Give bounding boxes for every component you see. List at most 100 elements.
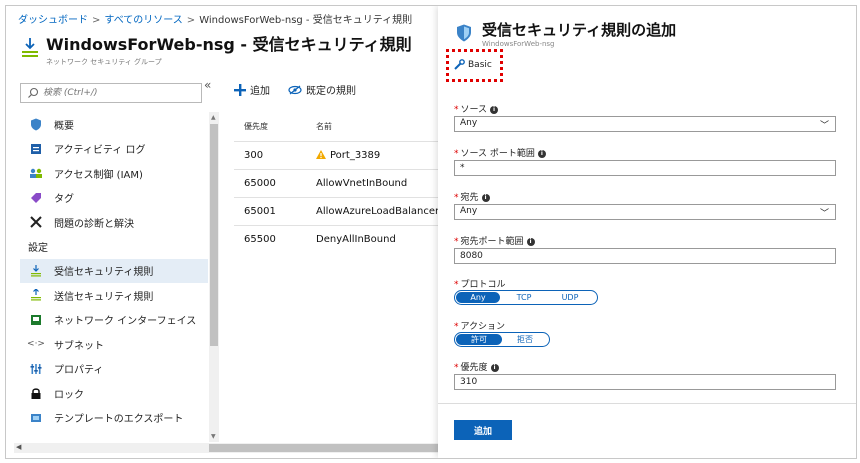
- default-rules-label: 既定の規則: [306, 86, 356, 97]
- scroll-up-arrow[interactable]: ▲: [211, 114, 216, 121]
- inbound-icon: [28, 264, 44, 278]
- sidebar-item-label: アクセス制御 (IAM): [54, 169, 143, 181]
- search-box[interactable]: [20, 83, 202, 103]
- collapse-menu-button[interactable]: «: [204, 78, 211, 92]
- source-port-input[interactable]: [454, 160, 836, 176]
- default-rules-button[interactable]: 既定の規則: [288, 82, 356, 97]
- action-label: * アクション: [454, 319, 505, 332]
- add-rule-button[interactable]: 追加: [234, 82, 270, 97]
- table-row[interactable]: 65500 DenyAllInBound: [234, 225, 456, 253]
- search-icon: [28, 87, 39, 98]
- info-icon[interactable]: i: [490, 105, 499, 114]
- wrench-icon: [454, 59, 465, 70]
- table-row[interactable]: 300 Port_3389: [234, 141, 456, 170]
- scroll-left-arrow[interactable]: ◀: [16, 443, 21, 451]
- sidebar-item-export-template[interactable]: テンプレートのエクスポート: [20, 406, 208, 431]
- sidebar-item-label: タグ: [54, 194, 74, 206]
- rule-name-cell: Port_3389: [306, 141, 456, 170]
- basic-mode-button[interactable]: Basic: [454, 59, 492, 70]
- search-input[interactable]: [43, 86, 193, 100]
- sidebar-item-label: ネットワーク インターフェイス: [54, 316, 197, 328]
- breadcrumb-separator: >: [92, 15, 101, 26]
- rule-name: DenyAllInBound: [306, 225, 456, 253]
- table-header-row: 優先度 名前: [234, 111, 455, 142]
- table-row[interactable]: 65000 AllowVnetInBound: [234, 169, 456, 198]
- column-header-name[interactable]: 名前: [306, 111, 455, 142]
- sidebar-item-properties[interactable]: プロパティ: [20, 357, 208, 382]
- sidebar-item-network-interfaces[interactable]: ネットワーク インターフェイス: [20, 308, 208, 333]
- action-option-deny[interactable]: 拒否: [503, 333, 547, 346]
- lock-icon: [28, 386, 44, 400]
- sidebar-scrollbar[interactable]: ▲ ▼: [209, 112, 219, 442]
- info-icon[interactable]: i: [490, 363, 499, 372]
- nic-icon: [28, 313, 44, 327]
- protocol-label: * プロトコル: [454, 277, 506, 290]
- properties-icon: [28, 362, 44, 376]
- sidebar-item-overview[interactable]: 概要: [20, 112, 208, 137]
- eye-slash-icon: [288, 85, 302, 94]
- source-port-label-text: ソース ポート範囲: [460, 149, 535, 159]
- sidebar-item-inbound-rules[interactable]: 受信セキュリティ規則: [20, 258, 208, 283]
- required-marker: *: [454, 105, 459, 115]
- destination-select[interactable]: Any ﹀: [454, 204, 836, 220]
- action-label-text: アクション: [460, 322, 506, 332]
- sidebar-item-outbound-rules[interactable]: 送信セキュリティ規則: [20, 283, 208, 308]
- table-row[interactable]: 65001 AllowAzureLoadBalancerInB: [234, 197, 456, 226]
- destination-label-text: 宛先: [460, 193, 479, 203]
- scrollbar-thumb[interactable]: [209, 444, 439, 452]
- protocol-option-tcp[interactable]: TCP: [501, 291, 547, 304]
- sidebar-item-activity-log[interactable]: アクティビティ ログ: [20, 137, 208, 162]
- breadcrumb-dashboard[interactable]: ダッシュボード: [18, 15, 88, 26]
- add-rule-label: 追加: [250, 86, 270, 97]
- scrollbar-thumb[interactable]: [210, 124, 218, 346]
- warning-icon: [316, 150, 326, 159]
- protocol-option-any[interactable]: Any: [456, 292, 500, 303]
- page-subtitle: ネットワーク セキュリティ グループ: [46, 58, 162, 66]
- blade-subtitle: WindowsForWeb-nsg: [482, 40, 555, 48]
- sidebar-item-label: アクティビティ ログ: [54, 145, 146, 157]
- people-icon: [28, 166, 44, 180]
- sidebar-item-iam[interactable]: アクセス制御 (IAM): [20, 161, 208, 186]
- breadcrumb-all-resources[interactable]: すべてのリソース: [104, 15, 182, 26]
- required-marker: *: [454, 237, 459, 247]
- scroll-down-arrow[interactable]: ▼: [211, 433, 216, 440]
- protocol-option-udp[interactable]: UDP: [547, 291, 593, 304]
- sidebar-item-label: 送信セキュリティ規則: [54, 291, 154, 303]
- source-label: * ソース i: [454, 102, 499, 115]
- info-icon[interactable]: i: [537, 149, 546, 158]
- rule-priority: 300: [234, 141, 306, 170]
- sidebar-item-label: テンプレートのエクスポート: [54, 414, 184, 426]
- priority-label-text: 優先度: [460, 363, 488, 373]
- action-option-allow[interactable]: 許可: [456, 334, 502, 345]
- destination-port-input[interactable]: [454, 248, 836, 264]
- basic-mode-label: Basic: [468, 59, 492, 70]
- info-icon[interactable]: i: [481, 193, 490, 202]
- rule-name: AllowVnetInBound: [306, 169, 456, 198]
- sidebar-item-diagnose[interactable]: 問題の診断と解決: [20, 210, 208, 235]
- sidebar-item-locks[interactable]: ロック: [20, 381, 208, 406]
- column-header-priority[interactable]: 優先度: [234, 111, 306, 142]
- divider: [438, 403, 856, 404]
- toolbar: 追加 既定の規則: [234, 82, 356, 97]
- tag-icon: [28, 191, 44, 205]
- destination-port-label-text: 宛先ポート範囲: [460, 237, 524, 247]
- required-marker: *: [454, 280, 459, 290]
- portal-window: ダッシュボード > すべてのリソース > WindowsForWeb-nsg - 受信セ…: [5, 5, 857, 459]
- source-select[interactable]: Any ﹀: [454, 116, 836, 132]
- action-toggle: 許可 拒否: [454, 332, 550, 347]
- add-button[interactable]: 追加: [454, 420, 512, 440]
- horizontal-scrollbar[interactable]: ◀: [14, 443, 439, 453]
- sidebar-item-tags[interactable]: タグ: [20, 186, 208, 211]
- source-value: Any: [460, 118, 478, 128]
- rule-name: AllowAzureLoadBalancerInB: [306, 197, 456, 226]
- chevron-down-icon: ﹀: [819, 209, 829, 219]
- resource-menu: 概要 アクティビティ ログ アクセス制御 (IAM) タグ 問題の診断と解決 設…: [20, 112, 208, 430]
- required-marker: *: [454, 193, 459, 203]
- info-icon[interactable]: i: [526, 237, 535, 246]
- sidebar-item-subnets[interactable]: <·> サブネット: [20, 332, 208, 357]
- breadcrumb: ダッシュボード > すべてのリソース > WindowsForWeb-nsg - 受信セ…: [18, 11, 412, 26]
- export-icon: [28, 411, 44, 425]
- priority-input[interactable]: [454, 374, 836, 390]
- breadcrumb-separator: >: [186, 15, 196, 26]
- sidebar-item-label: サブネット: [54, 340, 104, 352]
